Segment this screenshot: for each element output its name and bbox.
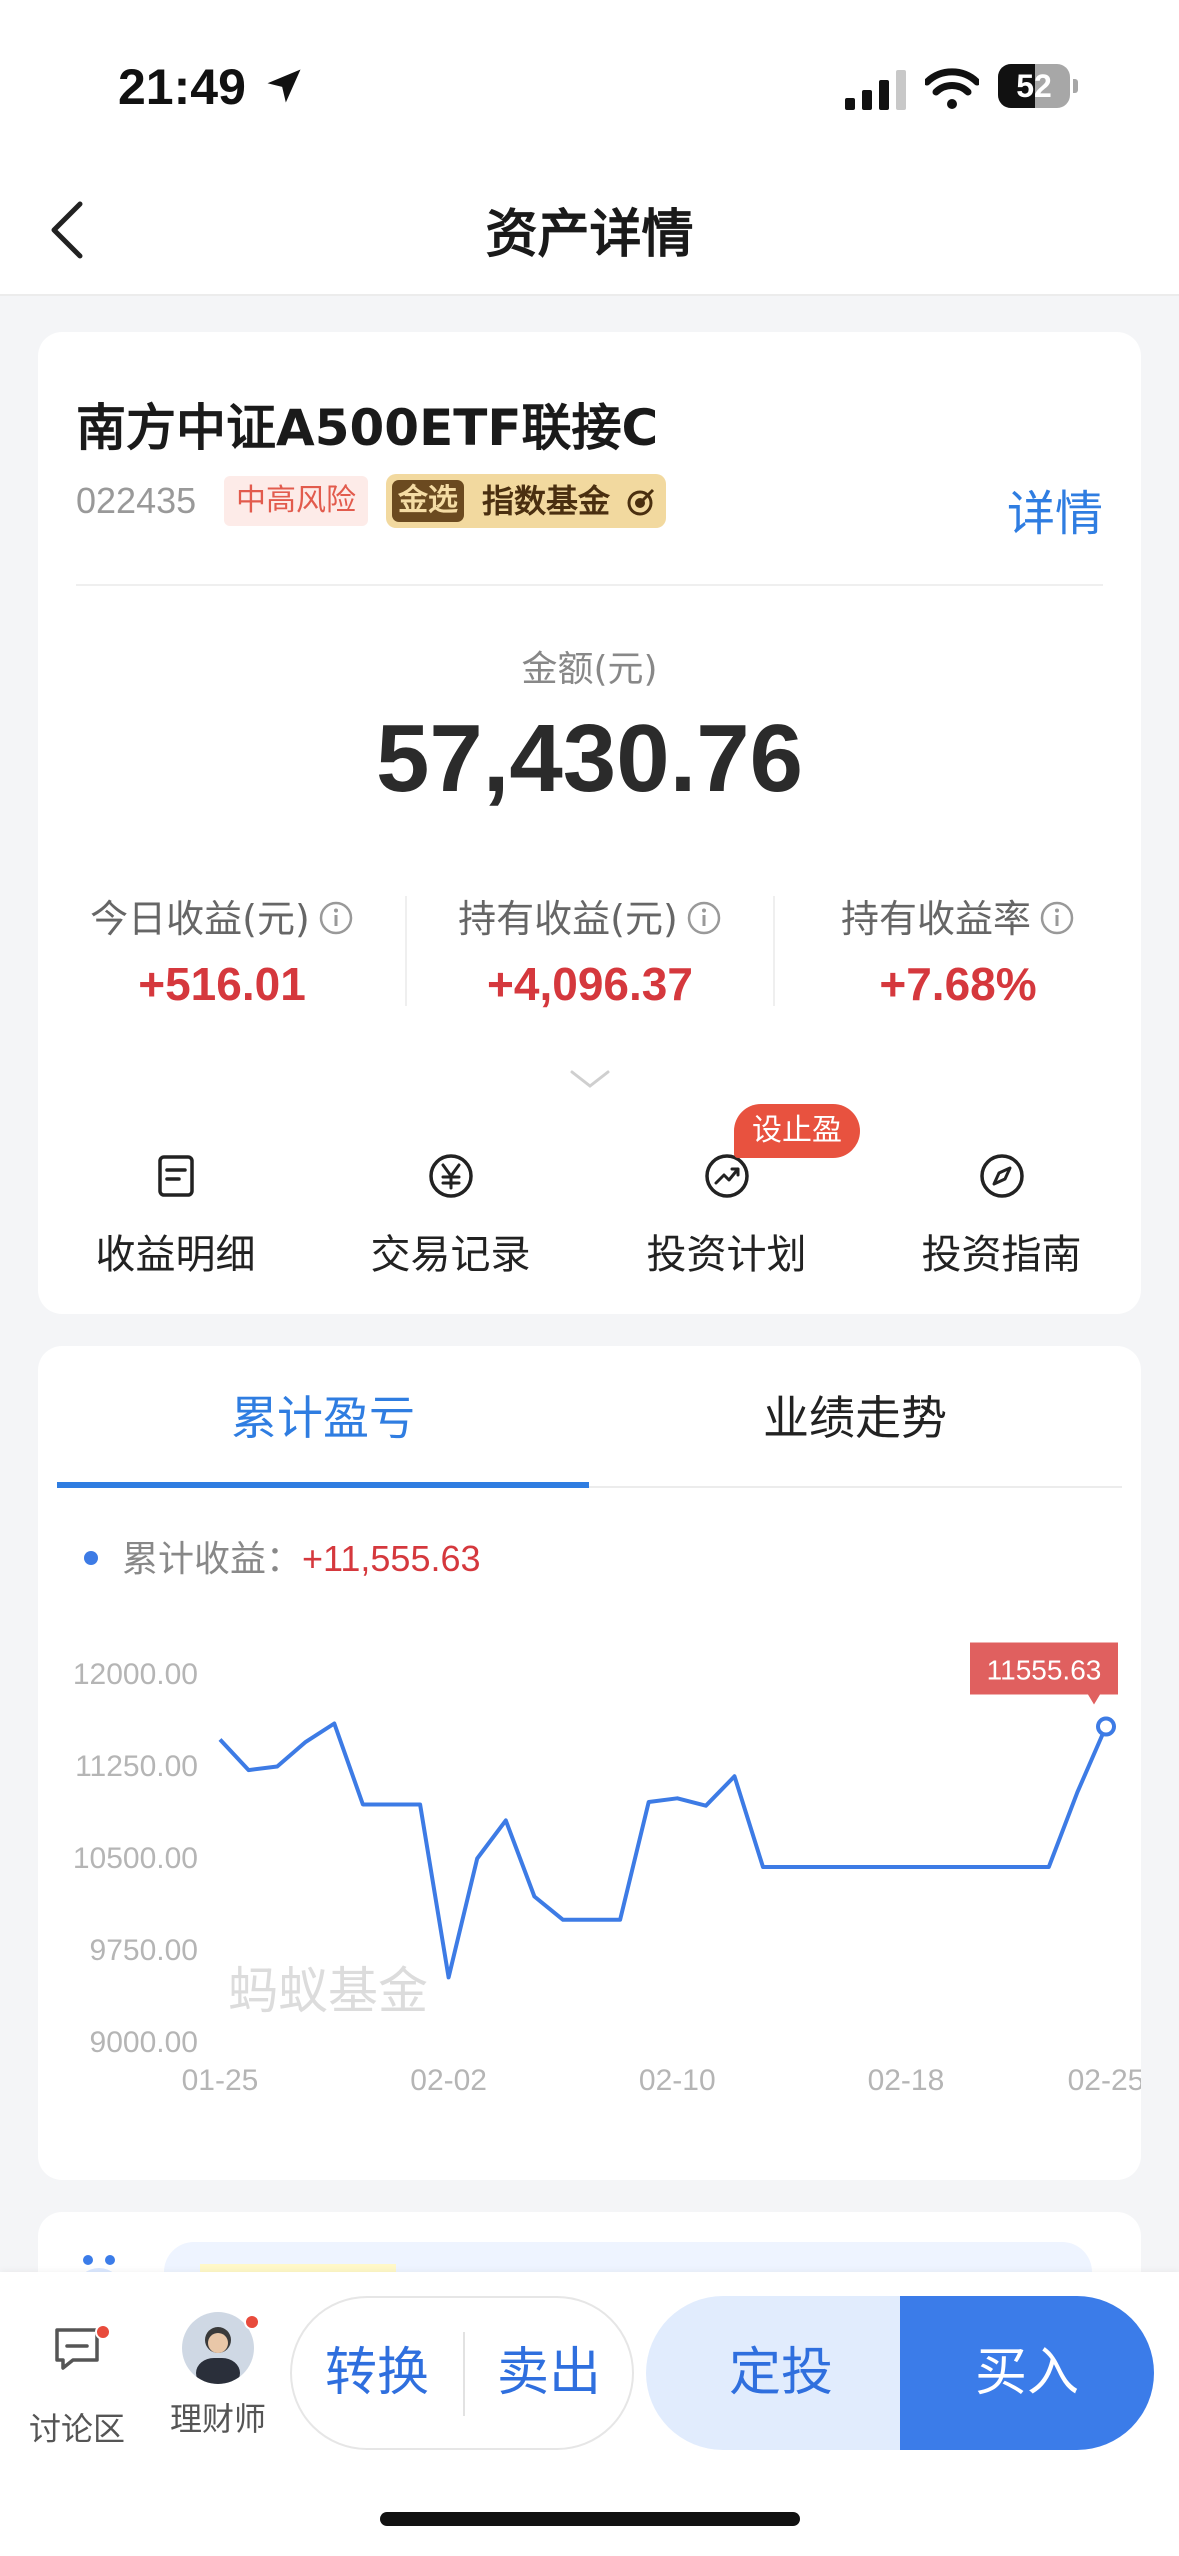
chart-legend: 累计收益：+11,555.63 (84, 1530, 481, 1582)
action-invest-plan[interactable]: 投资计划 (589, 1152, 864, 1280)
auto-invest-button[interactable]: 定投 (646, 2296, 916, 2450)
fund-code: 022435 (76, 480, 197, 521)
info-icon[interactable] (1039, 900, 1075, 936)
fund-detail-link[interactable]: 详情 (1007, 474, 1103, 544)
action-label: 交易记录 (370, 1232, 531, 1278)
active-tab-indicator (57, 1482, 589, 1488)
last-value-label: 11555.63 (987, 1655, 1102, 1686)
stat-label: 持有收益率 (840, 897, 1031, 941)
asset-card: 南方中证A500ETF联接C 022435 中高风险 金选 指数基金 详情 金额… (38, 332, 1141, 1314)
tab-performance-trend[interactable]: 业绩走势 (589, 1382, 1121, 1462)
fund-name: 南方中证A500ETF联接C (76, 399, 659, 457)
action-invest-guide[interactable]: 投资指南 (864, 1152, 1139, 1280)
nav-bar: 资产详情 (0, 160, 1179, 296)
take-profit-badge[interactable]: 设止盈 (734, 1104, 860, 1158)
amount-value: 57,430.76 (375, 705, 804, 812)
stat-today-profit[interactable]: 今日收益(元) +516.01 (38, 888, 406, 1011)
risk-tag: 中高风险 (224, 476, 368, 526)
y-tick-label: 12000.00 (73, 1658, 198, 1691)
legend-value: +11,555.63 (302, 1538, 481, 1579)
stat-holding-rate[interactable]: 持有收益率 +7.68% (774, 888, 1142, 1011)
x-tick-label: 02-10 (639, 2064, 716, 2097)
y-tick-label: 9000.00 (90, 2026, 198, 2059)
action-label: 投资指南 (921, 1232, 1082, 1278)
chevron-down-icon[interactable] (568, 1068, 612, 1090)
stat-value: +516.01 (138, 958, 306, 1010)
stat-label: 持有收益(元) (458, 897, 678, 941)
info-icon[interactable] (686, 900, 722, 936)
amount-label: 金额(元) (521, 649, 658, 690)
status-time: 21:49 (118, 59, 246, 115)
sell-button[interactable]: 卖出 (464, 2298, 634, 2448)
action-label: 投资计划 (646, 1232, 807, 1278)
last-point-marker (1096, 1716, 1116, 1737)
notification-dot (95, 2324, 111, 2340)
cellular-signal-icon (845, 70, 906, 110)
stat-label: 今日收益(元) (90, 897, 310, 941)
x-tick-label: 02-18 (868, 2064, 945, 2097)
notification-dot (244, 2314, 260, 2330)
trend-circle-icon (704, 1154, 749, 1198)
x-tick-label: 02-25 (1068, 2064, 1141, 2097)
gold-select-badge[interactable]: 金选 指数基金 (386, 474, 666, 528)
advisor-button[interactable]: 理财师 (162, 2312, 274, 2440)
convert-button[interactable]: 转换 (292, 2298, 462, 2448)
buy-button[interactable]: 买入 (900, 2296, 1154, 2450)
convert-sell-group: 转换 卖出 (290, 2296, 634, 2450)
page-title: 资产详情 (485, 205, 694, 265)
tab-cumulative-profit[interactable]: 累计盈亏 (57, 1382, 589, 1462)
action-income-detail[interactable]: 收益明细 (38, 1152, 313, 1280)
legend-dot (84, 1551, 98, 1565)
x-tick-label: 01-25 (182, 2064, 259, 2097)
stat-value: +7.68% (879, 958, 1037, 1010)
discuss-button[interactable]: 讨论区 (22, 2312, 132, 2450)
compass-icon (979, 1154, 1024, 1198)
legend-label: 累计收益： (122, 1539, 303, 1580)
profit-series-line (218, 1721, 1108, 1980)
battery-indicator: 52 (998, 64, 1078, 108)
profit-chart-card: 累计盈亏 业绩走势 累计收益：+11,555.63 蚂蚁基金 12000.00 11… (38, 1346, 1141, 2180)
document-icon (157, 1155, 194, 1197)
y-tick-label: 10500.00 (73, 1842, 198, 1875)
battery-level: 52 (1016, 68, 1052, 104)
yen-circle-icon (428, 1154, 473, 1198)
y-tick-label: 9750.00 (90, 1934, 198, 1967)
target-icon (627, 488, 655, 516)
action-label: 收益明细 (95, 1232, 256, 1278)
advisor-label: 理财师 (169, 2400, 266, 2438)
info-icon[interactable] (318, 900, 354, 936)
chart-watermark: 蚂蚁基金 (228, 1962, 428, 2020)
status-bar: 21:49 52 (0, 0, 1179, 160)
y-tick-label: 11250.00 (75, 1750, 198, 1783)
action-trade-record[interactable]: 交易记录 (313, 1152, 588, 1280)
x-tick-label: 02-02 (410, 2064, 487, 2097)
stat-holding-profit[interactable]: 持有收益(元) +4,096.37 (406, 888, 774, 1011)
gold-badge-text: 指数基金 (482, 482, 611, 520)
divider (76, 584, 1103, 586)
gold-badge-label: 金选 (392, 480, 464, 522)
location-arrow-icon (267, 69, 301, 103)
home-indicator (380, 2512, 800, 2526)
discuss-label: 讨论区 (28, 2410, 125, 2448)
cumulative-profit-chart[interactable]: 蚂蚁基金 12000.00 11250.00 10500.00 9750.00 9000.… (38, 1636, 1141, 2116)
wifi-icon (925, 68, 979, 109)
stat-value: +4,096.37 (487, 958, 693, 1010)
